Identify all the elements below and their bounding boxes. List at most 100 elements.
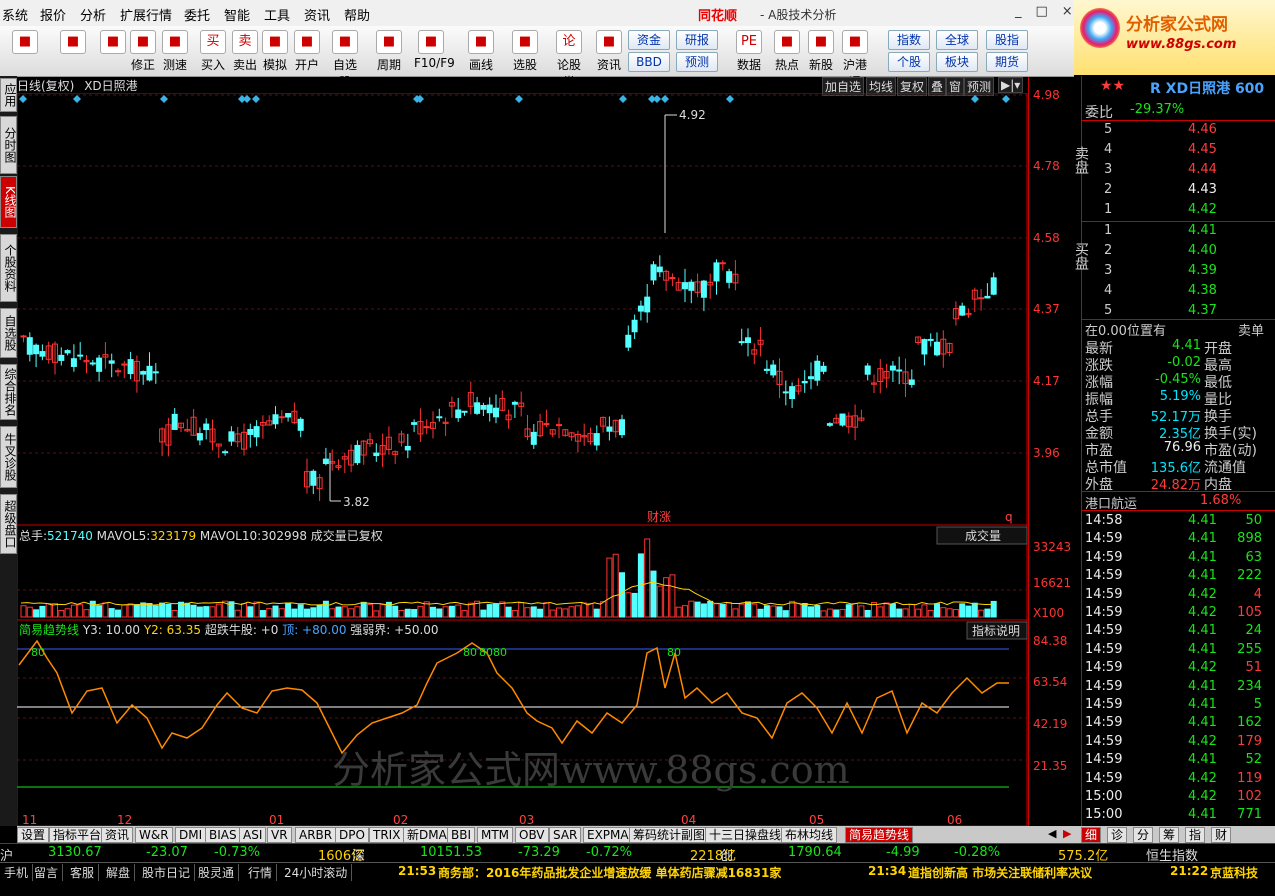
event-marker-icon[interactable] [661,95,669,103]
lock-button[interactable]: ■ 开户 [290,28,324,74]
quick-button[interactable]: BBD [628,52,670,72]
chart-area[interactable]: 4.92 3.82 财涨 q 总手:521740 MAVOL5:323179 MAVOL… [17,93,1028,826]
quick-button[interactable]: 板块 [936,52,978,72]
detail-tab[interactable]: 指 [1185,827,1206,843]
quick-button[interactable]: 预测 [676,52,718,72]
gavel-button[interactable]: ■ 模拟 [258,28,292,74]
clock-button[interactable]: ■ 测速 [158,28,192,74]
event-marker-icon[interactable] [160,95,168,103]
indicator-tab[interactable]: 设置 [17,827,50,843]
forum-button[interactable]: 论论股堂 [552,28,586,89]
menu-news[interactable]: 资讯 [304,5,330,24]
indicator-tab[interactable]: 新DMA [403,827,451,843]
hot-button[interactable]: ■ 热点 [770,28,804,74]
left-tab[interactable]: 分时图 [0,116,17,174]
cycle-button[interactable]: ■ 周期 [372,28,406,74]
left-tab[interactable]: 综合排名 [0,364,17,420]
left-tab[interactable]: 应用 [0,78,17,112]
quick-button[interactable]: 期货 [986,52,1028,72]
quick-button[interactable]: 全球 [936,30,978,50]
status-item[interactable]: 股市日记 [138,864,196,881]
status-item[interactable]: 行情 [244,864,278,881]
indicator-tab[interactable]: ARBR [295,827,337,843]
indicator-tab[interactable]: VR [267,827,292,843]
indicator-tab[interactable]: SAR [549,827,582,843]
news-headline[interactable]: 商务部：2016年药品批发企业增速放缓 单体药店骤减16831家 [438,864,781,881]
event-marker-icon[interactable] [619,95,627,103]
buy-price[interactable]: 4.37 [1188,303,1217,318]
indicator-tab[interactable]: 简易趋势线 [845,827,914,843]
finance-event-icon[interactable]: 财涨 [647,509,671,524]
ipo-button[interactable]: ■ 新股 [804,28,838,74]
event-marker-icon[interactable] [243,95,251,103]
select-button[interactable]: ■ 选股 [508,28,542,74]
event-marker-icon[interactable] [1002,95,1010,103]
indicator-tab[interactable]: BBI [447,827,476,843]
news-headline[interactable]: 京蓝科技 [1210,864,1258,881]
status-item[interactable]: 客服 [66,864,100,881]
indicator-tab[interactable]: EXPMA [583,827,633,843]
sell-price[interactable]: 4.44 [1188,162,1217,177]
indicator-tab[interactable]: BIAS [205,827,241,843]
indicator-tab[interactable]: MTM [477,827,514,843]
hk-button[interactable]: ■沪港通 [838,28,872,89]
event-marker-icon[interactable] [515,95,523,103]
pen-button[interactable]: ■ 画线 [464,28,498,74]
quick-button[interactable]: 资金 [628,30,670,50]
back-arrow-button[interactable]: ■ [56,28,90,74]
sell-price[interactable]: 4.45 [1188,142,1217,157]
tab-scroll-right-icon[interactable]: ▶ [1063,827,1071,840]
indicator-tab[interactable]: DMI [175,827,207,843]
quick-button[interactable]: 研报 [676,30,718,50]
status-item[interactable]: 留言 [30,864,64,881]
left-tab[interactable]: 牛叉诊股 [0,426,17,488]
up-down-button[interactable]: ■ [96,28,130,74]
indicator-tab[interactable]: W&R [135,827,173,843]
buy-price[interactable]: 4.39 [1188,263,1217,278]
indicator-tab[interactable]: DPO [335,827,369,843]
event-marker-icon[interactable] [73,95,81,103]
status-item[interactable]: 股灵通 [194,864,240,881]
sell-price[interactable]: 4.43 [1188,182,1217,197]
indicator-tab[interactable]: ASI [239,827,267,843]
left-tab[interactable]: 超级盘口 [0,494,17,554]
buy-price[interactable]: 4.41 [1188,223,1217,238]
menu-system[interactable]: 系统 [2,5,28,24]
indicator-tab[interactable]: 资讯 [101,827,134,843]
detail-tab[interactable]: 分 [1133,827,1154,843]
indicator-tab[interactable]: TRIX [369,827,405,843]
buy-price[interactable]: 4.40 [1188,243,1217,258]
indicator-tab[interactable]: 十三日操盘线 [705,827,786,843]
event-marker-icon[interactable] [971,95,979,103]
indicator-tab[interactable]: 指标平台 [49,827,106,843]
menu-smart[interactable]: 智能 [224,5,250,24]
event-marker-icon[interactable] [653,95,661,103]
menu-help[interactable]: 帮助 [344,5,370,24]
status-item[interactable]: 解盘 [102,864,136,881]
menu-tools[interactable]: 工具 [264,5,290,24]
detail-tab[interactable]: 财 [1211,827,1232,843]
news-button[interactable]: ■ 资讯 [592,28,626,74]
buy-button[interactable]: 买买入 [196,28,230,74]
event-marker-icon[interactable] [252,95,260,103]
indicator-tab[interactable]: OBV [515,827,549,843]
left-tab[interactable]: 自选股 [0,308,17,358]
detail-tab[interactable]: 细 [1081,827,1102,843]
menu-quote[interactable]: 报价 [40,5,66,24]
status-item[interactable]: 手机 [0,864,34,881]
sell-price[interactable]: 4.46 [1188,122,1217,137]
quick-button[interactable]: 股指 [986,30,1028,50]
menu-analysis[interactable]: 分析 [80,5,106,24]
event-marker-icon[interactable] [726,95,734,103]
event-marker-icon[interactable] [19,95,27,103]
sell-price[interactable]: 4.42 [1188,202,1217,217]
news-headline[interactable]: 道指创新高 市场关注联储利率决议 [908,864,1092,881]
star-button[interactable]: ■ 自选股 [328,28,362,89]
fix-button[interactable]: ■ 修正 [126,28,160,74]
pe-button[interactable]: PE 数据 [732,28,766,74]
sell-button[interactable]: 卖卖出 [228,28,262,74]
detail-tab[interactable]: 诊 [1107,827,1128,843]
f10-button[interactable]: ■ F10/F9 [414,28,455,74]
quick-button[interactable]: 指数 [888,30,930,50]
grid-button[interactable]: ■ [8,28,42,74]
